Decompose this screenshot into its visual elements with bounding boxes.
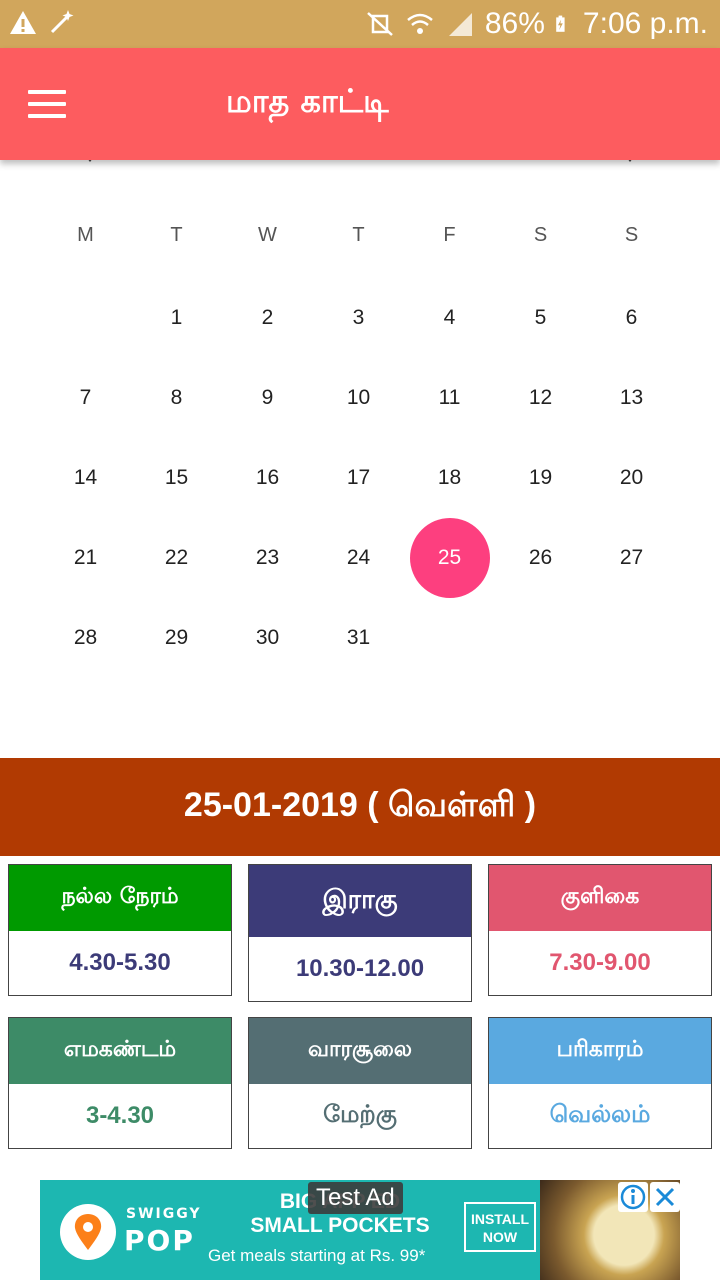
calendar-day[interactable]: 24 (313, 546, 404, 570)
calendar-day[interactable]: 17 (313, 466, 404, 490)
calendar-day[interactable]: 31 (313, 626, 404, 650)
card-kuligai: குளிகை 7.30-9.00 (488, 864, 712, 996)
calendar-grid: M T W T F S S 1 2 3 4 5 6 7 8 9 10 11 12… (40, 200, 677, 678)
calendar-day[interactable]: 16 (222, 466, 313, 490)
card-parigaaram: பரிகாரம் வெல்லம் (488, 1017, 712, 1149)
card-value: வெல்லம் (549, 1101, 651, 1128)
card-title: எமகண்டம் (9, 1018, 231, 1084)
calendar-day[interactable]: 15 (131, 466, 222, 490)
card-raagu: இராகு 10.30-12.00 (248, 864, 472, 1002)
wifi-icon (407, 13, 433, 34)
battery-percent: 86% (484, 7, 545, 40)
weekday-label: T (352, 223, 365, 246)
card-title: பரிகாரம் (489, 1018, 711, 1084)
calendar-week: 21 22 23 24 25 26 27 (40, 518, 677, 598)
card-value: 3-4.30 (85, 1102, 155, 1129)
weekday-label: M (77, 223, 94, 246)
calendar-day-selected[interactable]: 25 (404, 518, 495, 598)
calendar-day[interactable]: 14 (40, 466, 131, 490)
calendar-day[interactable]: 13 (586, 386, 677, 410)
card-nalla-neram: நல்ல நேரம் 4.30-5.30 (8, 864, 232, 996)
weekday-label: F (443, 223, 456, 246)
calendar-day[interactable]: 26 (495, 546, 586, 570)
calendar-day[interactable]: 4 (404, 306, 495, 330)
calendar-day[interactable]: 30 (222, 626, 313, 650)
card-value: 4.30-5.30 (69, 949, 171, 976)
card-title: வாரசூலை (249, 1018, 471, 1084)
calendar-day[interactable]: 10 (313, 386, 404, 410)
calendar-day[interactable]: 23 (222, 546, 313, 570)
status-bar: 86% 7:06 p.m. (0, 0, 720, 48)
swiggy-logo-icon (60, 1204, 116, 1260)
calendar-day[interactable]: 2 (222, 306, 313, 330)
weekday-header: M T W T F S S (40, 192, 677, 278)
calendar-week: 28 29 30 31 (40, 598, 677, 678)
calendar-day[interactable]: 22 (131, 546, 222, 570)
calendar-day[interactable]: 3 (313, 306, 404, 330)
weekday-label: W (258, 223, 277, 246)
calendar-day[interactable]: 28 (40, 626, 131, 650)
card-value: 7.30-9.00 (549, 949, 651, 976)
card-vaarasoolai: வாரசூலை மேற்கு (248, 1017, 472, 1149)
card-title: நல்ல நேரம் (9, 865, 231, 931)
calendar-day[interactable]: 11 (404, 386, 495, 410)
battery-charging-icon (556, 15, 565, 32)
calendar-day[interactable]: 27 (586, 546, 677, 570)
weekday-label: S (624, 223, 639, 246)
mute-icon (367, 12, 393, 36)
calendar-day[interactable]: 18 (404, 466, 495, 490)
calendar-week: 14 15 16 17 18 19 20 (40, 438, 677, 518)
magic-wand-icon (50, 10, 74, 34)
warning-icon (10, 11, 36, 34)
ad-subtext: Get meals starting at Rs. 99* (208, 1246, 426, 1265)
card-title: இராகு (249, 865, 471, 937)
calendar-day[interactable]: 6 (586, 306, 677, 330)
weekday-label: T (170, 223, 183, 246)
ad-brand: POP (124, 1224, 195, 1257)
test-ad-label: Test Ad (308, 1182, 403, 1214)
card-emagandam: எமகண்டம் 3-4.30 (8, 1017, 232, 1149)
ad-brand-top: SWIGGY (126, 1206, 202, 1222)
calendar-day[interactable]: 21 (40, 546, 131, 570)
card-value: 10.30-12.00 (295, 955, 425, 982)
calendar-day[interactable]: 29 (131, 626, 222, 650)
info-icon[interactable] (618, 1182, 648, 1212)
month-calendar: M T W T F S S 1 2 3 4 5 6 7 8 9 10 11 12… (0, 154, 720, 758)
card-title: குளிகை (489, 865, 711, 931)
ad-banner[interactable]: SWIGGY POP BIG APP ED SMALL POCKETS Get … (40, 1180, 680, 1280)
calendar-day[interactable]: 1 (131, 306, 222, 330)
calendar-day[interactable]: 9 (222, 386, 313, 410)
clock: 7:06 p.m. (582, 7, 708, 40)
calendar-day[interactable]: 12 (495, 386, 586, 410)
weekday-label: S (533, 223, 548, 246)
calendar-week: 1 2 3 4 5 6 (40, 278, 677, 358)
card-value: மேற்கு (323, 1101, 397, 1128)
page-title: மாத காட்டி (226, 82, 389, 120)
install-now-button[interactable]: INSTALL NOW (464, 1202, 536, 1252)
calendar-day[interactable]: 19 (495, 466, 586, 490)
calendar-day[interactable]: 8 (131, 386, 222, 410)
close-icon[interactable] (650, 1182, 680, 1212)
app-toolbar: மாத காட்டி (0, 48, 720, 160)
hamburger-menu-icon[interactable] (22, 78, 74, 130)
signal-icon (448, 13, 472, 36)
calendar-day[interactable]: 5 (495, 306, 586, 330)
calendar-day[interactable]: 20 (586, 466, 677, 490)
calendar-week: 7 8 9 10 11 12 13 (40, 358, 677, 438)
selected-date-banner: 25-01-2019 ( வெள்ளி ) (0, 758, 720, 856)
calendar-day[interactable]: 7 (40, 386, 131, 410)
